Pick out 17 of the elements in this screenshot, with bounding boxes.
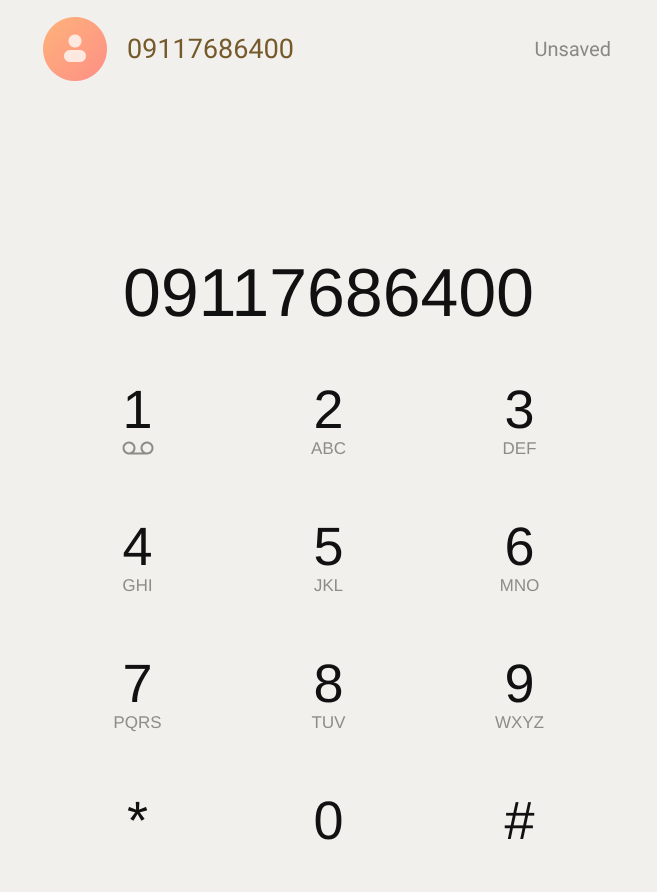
dial-key[interactable]: 0 (233, 794, 424, 892)
dial-key[interactable]: 8 TUV (233, 657, 424, 760)
contact-status: Unsaved (534, 37, 611, 61)
dial-key[interactable]: 2 ABC (233, 383, 424, 486)
dial-key[interactable]: 7 PQRS (42, 657, 233, 760)
dialed-number: 09117686400 (122, 259, 535, 327)
dial-key[interactable]: 6 MNO (424, 520, 615, 623)
voicemail-icon (122, 441, 154, 455)
dial-key[interactable]: 5 JKL (233, 520, 424, 623)
dial-key[interactable]: 4 GHI (42, 520, 233, 623)
dial-key[interactable]: # (424, 794, 615, 892)
dial-key[interactable]: 3 DEF (424, 383, 615, 486)
dial-key[interactable]: 1 (42, 383, 233, 486)
contact-number: 09117686400 (127, 33, 295, 65)
contact-avatar-icon (43, 17, 107, 81)
dial-key[interactable]: * (42, 794, 233, 892)
dial-key[interactable]: 9 WXYZ (424, 657, 615, 760)
